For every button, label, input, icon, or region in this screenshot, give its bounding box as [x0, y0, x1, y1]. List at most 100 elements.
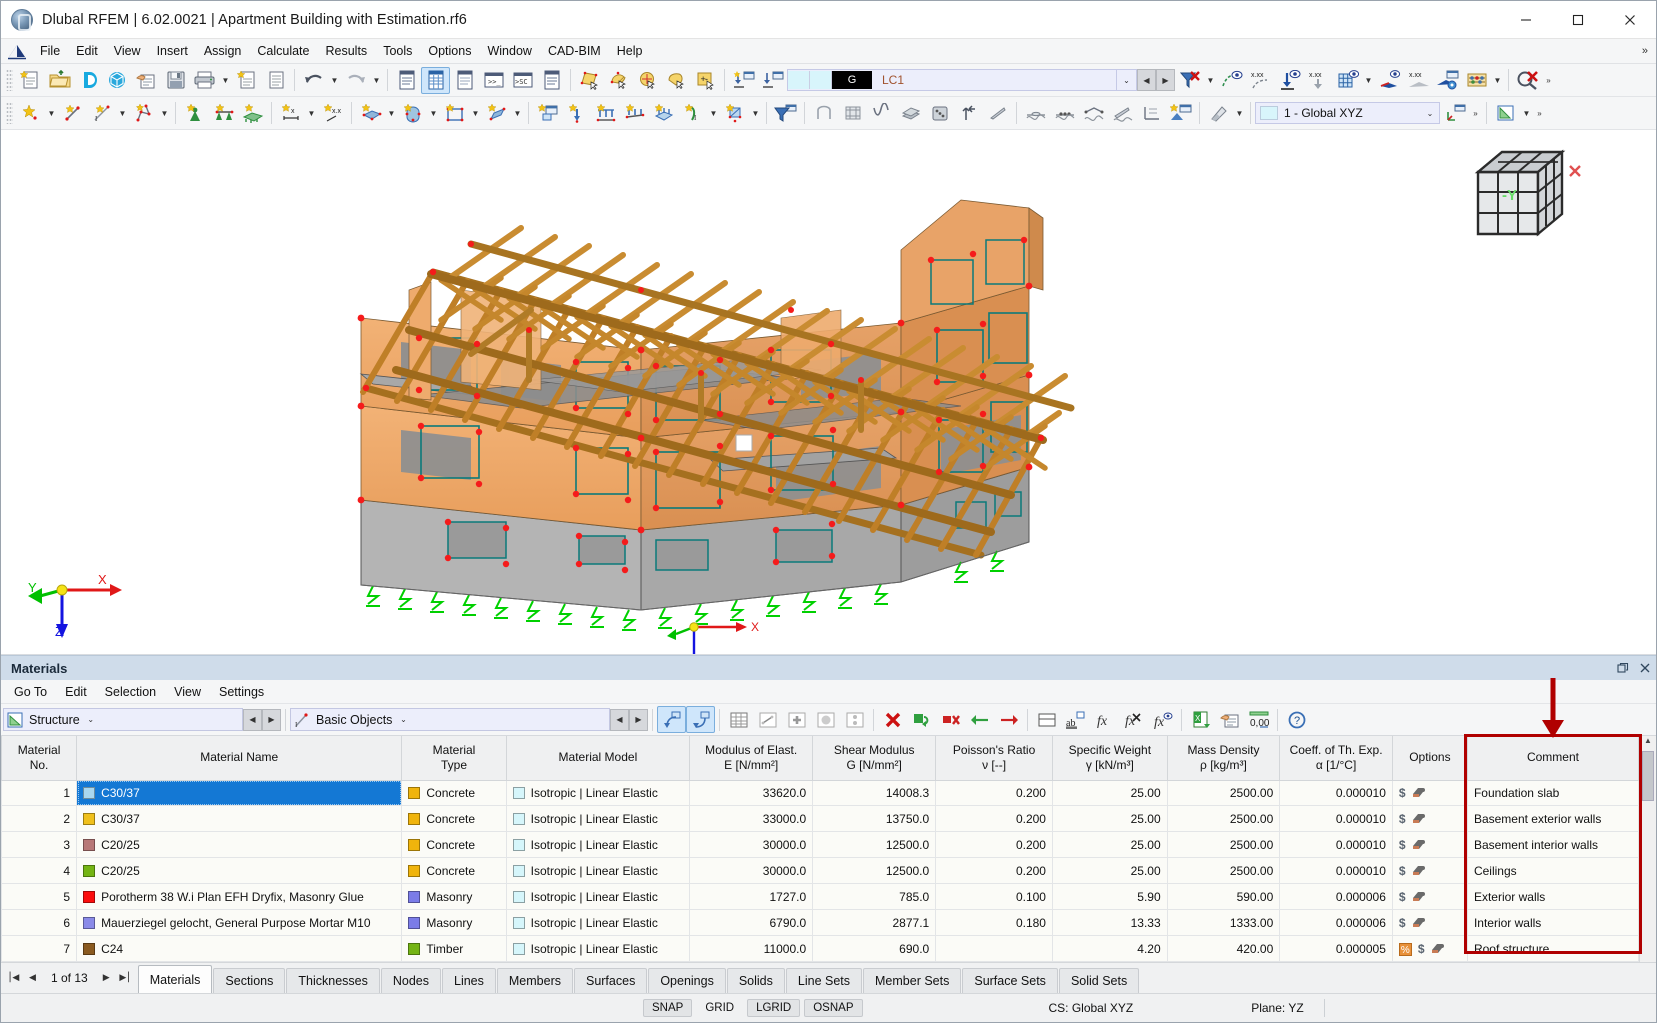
cell-options[interactable]: % $: [1391, 935, 1468, 962]
table-view-surfaces-icon[interactable]: [811, 706, 840, 733]
toolbar2-overflow-icon[interactable]: »: [1469, 100, 1482, 127]
menu-window[interactable]: Window: [479, 41, 539, 61]
view-navigation-cube[interactable]: -Y: [1466, 142, 1586, 252]
status-toggle-osnap[interactable]: OSNAP: [804, 999, 863, 1017]
insert-row-icon[interactable]: [907, 706, 936, 733]
cell-material-model[interactable]: Isotropic | Linear Elastic: [505, 831, 691, 859]
cell-shear-modulus[interactable]: 13750.0: [812, 805, 937, 833]
render-transparent-icon[interactable]: [954, 100, 983, 127]
cell-mass-density[interactable]: 2500.00: [1166, 805, 1281, 833]
select-circle-icon[interactable]: [633, 67, 662, 94]
toolbar2-far-overflow-icon[interactable]: »: [1533, 100, 1546, 127]
objects-dropdown-icon[interactable]: ⌄: [392, 715, 414, 724]
menu-file[interactable]: File: [32, 41, 68, 61]
cell-material-name[interactable]: C30/37: [76, 805, 403, 833]
cell-modulus-elasticity[interactable]: 33000.0: [689, 805, 814, 833]
new-load-icon[interactable]: [533, 100, 562, 127]
cell-shear-modulus[interactable]: 690.0: [812, 935, 937, 962]
cell-material-model[interactable]: Isotropic | Linear Elastic: [505, 805, 691, 833]
hinge-display-5-icon[interactable]: [1137, 100, 1166, 127]
new-opening-dropdown-icon[interactable]: ▼: [469, 100, 482, 127]
cell-modulus-elasticity[interactable]: 1727.0: [689, 883, 814, 911]
cell-material-type[interactable]: Masonry: [401, 909, 507, 937]
column-header-material-model[interactable]: Material Model: [505, 736, 691, 781]
print-dropdown-icon[interactable]: ▼: [219, 67, 232, 94]
menu-help[interactable]: Help: [609, 41, 651, 61]
table-view-nodes-icon[interactable]: [782, 706, 811, 733]
materials-table-wrapper[interactable]: Material No. Material Name Material Type…: [0, 678, 1656, 962]
show-supports-icon[interactable]: [1275, 67, 1304, 94]
model-viewport-3d[interactable]: X Z: [1, 130, 1656, 655]
new-member-icon[interactable]: [482, 100, 511, 127]
cell-material-name[interactable]: Porotherm 38 W.i Plan EFH Dryfix, Masonr…: [76, 883, 403, 911]
select-by-rectangle-icon[interactable]: [575, 67, 604, 94]
cell-thermal-expansion[interactable]: 0.000006: [1279, 883, 1393, 911]
cell-modulus-elasticity[interactable]: 30000.0: [689, 857, 814, 885]
cell-mass-density[interactable]: 2500.00: [1166, 857, 1281, 885]
select-polygon-icon[interactable]: [662, 67, 691, 94]
cell-thermal-expansion[interactable]: 0.000006: [1279, 909, 1393, 937]
save-icon[interactable]: [161, 67, 190, 94]
cell-specific-weight[interactable]: 4.20: [1051, 935, 1168, 962]
cell-material-name[interactable]: Mauerziegel gelocht, General Purpose Mor…: [76, 909, 403, 937]
new-dimension-dropdown-icon[interactable]: ▼: [305, 100, 318, 127]
redo-dropdown-icon[interactable]: ▼: [370, 67, 383, 94]
load-case-apply-icon[interactable]: [758, 67, 787, 94]
tab-member-sets[interactable]: Member Sets: [863, 968, 962, 993]
cell-mass-density[interactable]: 1333.00: [1166, 909, 1281, 937]
cell-specific-weight[interactable]: 25.00: [1051, 857, 1168, 885]
option-eraser-icon[interactable]: [1412, 839, 1426, 852]
data-panel-icon[interactable]: [450, 67, 479, 94]
menubar-overflow-icon[interactable]: »: [1642, 45, 1656, 57]
new-polyline-dropdown-icon[interactable]: ▼: [158, 100, 171, 127]
scroll-up-arrow[interactable]: ▲: [1640, 736, 1656, 750]
cell-options[interactable]: $: [1391, 909, 1468, 937]
table-row[interactable]: 7 C24 Timber Isotropic | Linear Elastic 1100…: [0, 935, 1640, 962]
new-free-load-dropdown-icon[interactable]: ▼: [707, 100, 720, 127]
option-eraser-icon[interactable]: [1412, 865, 1426, 878]
deformation-value-icon[interactable]: x.xx: [1246, 67, 1275, 94]
navigator-icon[interactable]: [392, 67, 421, 94]
show-grid-icon[interactable]: [1333, 67, 1362, 94]
diagram-value-icon[interactable]: x.xx: [1404, 67, 1433, 94]
new-view-icon[interactable]: [1166, 100, 1195, 127]
formula-icon[interactable]: fx: [1090, 706, 1119, 733]
panel-menu-go-to[interactable]: Go To: [5, 682, 56, 702]
cell-poissons-ratio[interactable]: 0.200: [935, 857, 1053, 885]
cell-material-no[interactable]: 2: [0, 805, 78, 833]
column-header-material-name[interactable]: Material Name: [76, 736, 403, 781]
new-line-dim-dropdown-icon[interactable]: ▼: [116, 100, 129, 127]
column-header-material-no[interactable]: Material No.: [0, 736, 78, 781]
cell-material-name[interactable]: C20/25: [76, 831, 403, 859]
pager-last-button[interactable]: ▶⎮: [117, 968, 134, 988]
result-settings-icon[interactable]: [1433, 67, 1462, 94]
cell-material-name[interactable]: C30/37: [76, 779, 403, 807]
new-model-icon[interactable]: [16, 67, 45, 94]
objects-selector[interactable]: I Basic Objects ⌄: [290, 708, 610, 731]
option-dollar-icon[interactable]: $: [1399, 916, 1406, 930]
structure-selector[interactable]: Structure ⌄: [3, 708, 243, 731]
menu-options[interactable]: Options: [420, 41, 479, 61]
render-smooth-icon[interactable]: [867, 100, 896, 127]
new-opening-icon[interactable]: [440, 100, 469, 127]
panel-menu-settings[interactable]: Settings: [210, 682, 273, 702]
column-header-shear-modulus[interactable]: Shear Modulus G [N/mm²]: [812, 736, 937, 781]
select-in-table-icon[interactable]: [686, 706, 715, 733]
show-diagram-icon[interactable]: [1375, 67, 1404, 94]
cell-poissons-ratio[interactable]: 0.180: [935, 909, 1053, 937]
option-eraser-icon[interactable]: [1412, 917, 1426, 930]
new-polyline-icon[interactable]: [129, 100, 158, 127]
dlubal-center-icon[interactable]: [74, 67, 103, 94]
table-row[interactable]: 2 C30/37 Concrete Isotropic | Linear Elasti…: [0, 805, 1640, 833]
new-surface-support-icon[interactable]: [238, 100, 267, 127]
materials-table[interactable]: Material No. Material Name Material Type…: [0, 736, 1640, 962]
toolbar-grip[interactable]: [6, 102, 13, 124]
section-properties-dropdown-icon[interactable]: ▼: [1520, 100, 1533, 127]
new-line-icon[interactable]: [58, 100, 87, 127]
delete-row-icon[interactable]: [878, 706, 907, 733]
new-free-load-icon[interactable]: I: [678, 100, 707, 127]
column-header-mass-density[interactable]: Mass Density ρ [kg/m³]: [1166, 736, 1281, 781]
tab-surface-sets[interactable]: Surface Sets: [962, 968, 1058, 993]
filter-dropdown-icon[interactable]: ▼: [1204, 67, 1217, 94]
table-help-icon[interactable]: ?: [1282, 706, 1311, 733]
